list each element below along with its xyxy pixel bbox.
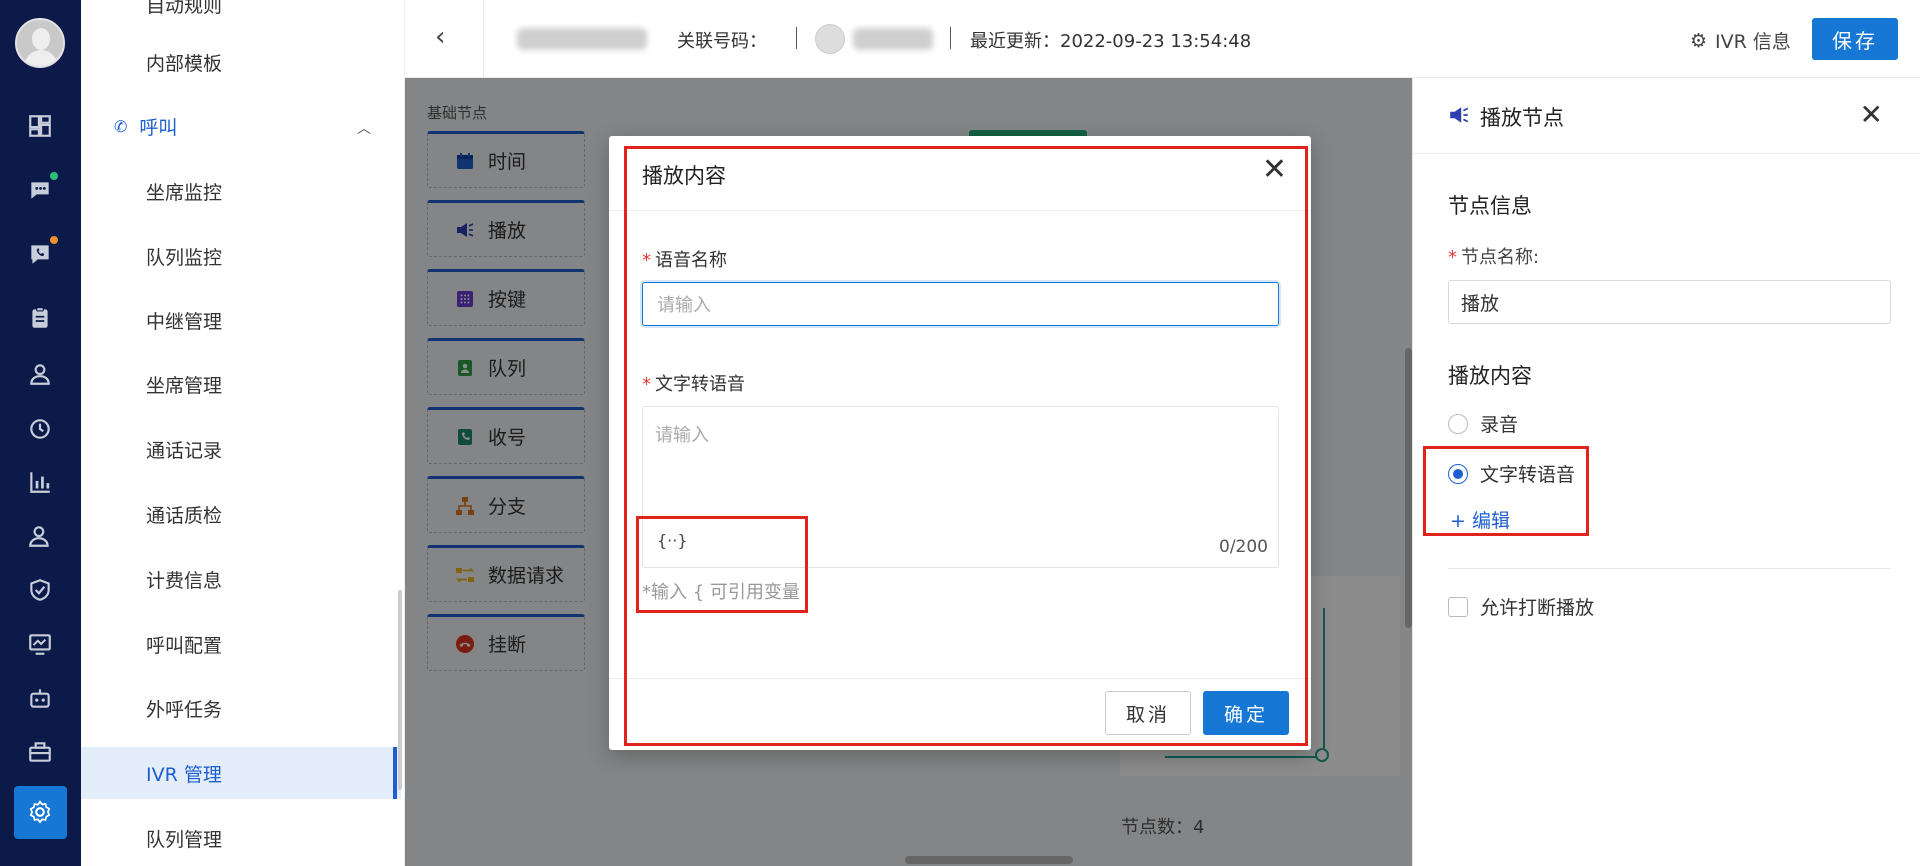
variable-hint: *输入 { 可引用变量	[642, 582, 800, 603]
allow-interrupt-checkbox[interactable]: 允许打断播放	[1448, 593, 1594, 620]
settings-icon[interactable]	[24, 796, 56, 828]
user-icon[interactable]	[24, 358, 56, 390]
radio-tts[interactable]: 文字转语音	[1448, 460, 1575, 487]
edit-link[interactable]: + 编辑	[1450, 506, 1510, 533]
editor-avatar	[815, 24, 845, 54]
node-name-label: * 节点名称:	[1448, 247, 1540, 268]
back-icon[interactable]: ‹	[435, 22, 445, 52]
radio-button-selected[interactable]	[1448, 463, 1468, 484]
tts-textarea[interactable]: 请输入 {··} 0/200	[642, 406, 1279, 568]
monitor-icon[interactable]	[24, 628, 56, 660]
user-settings-icon[interactable]	[24, 520, 56, 552]
last-updated: 最近更新：2022-09-23 13:54:48	[970, 31, 1252, 52]
phone-icon: ✆	[114, 116, 128, 136]
redacted-editor-name	[853, 28, 933, 50]
dashboard-icon[interactable]	[24, 110, 56, 142]
node-name-input[interactable]: 播放	[1448, 280, 1891, 324]
tts-label: * 文字转语音	[642, 374, 745, 395]
speaker-icon	[1448, 104, 1470, 131]
menu-item-billing[interactable]: 计费信息	[81, 553, 401, 605]
menu-item-call-records[interactable]: 通话记录	[81, 423, 401, 475]
chevron-up-icon: ︿	[357, 121, 371, 137]
toolbox-icon[interactable]	[24, 736, 56, 768]
menu-item-trunk[interactable]: 中继管理	[81, 294, 401, 346]
bar-chart-icon[interactable]	[24, 466, 56, 498]
robot-icon[interactable]	[24, 682, 56, 714]
node-info-title: 节点信息	[1448, 194, 1532, 218]
alert-badge	[48, 234, 60, 246]
redacted-ivr-name	[517, 28, 647, 50]
menu-item-agent-monitor[interactable]: 坐席监控	[81, 165, 401, 217]
icon-rail	[0, 0, 81, 866]
save-button[interactable]: 保存	[1812, 18, 1898, 60]
page-header: ‹ 关联号码： 最近更新：2022-09-23 13:54:48 ⚙ IVR 信…	[405, 0, 1920, 78]
checkbox[interactable]	[1448, 596, 1468, 617]
menu-item-auto-rules[interactable]: 自动规则	[81, 0, 401, 30]
menu-sidebar: 自动规则 内部模板 ✆ 呼叫 ︿ 坐席监控 队列监控 中继管理 坐席管理 通话记…	[81, 0, 405, 866]
menu-item-call-qa[interactable]: 通话质检	[81, 488, 401, 540]
menu-item-agents[interactable]: 坐席管理	[81, 358, 401, 410]
active-indicator	[393, 747, 397, 799]
tts-placeholder: 请输入	[655, 425, 709, 446]
modal-title: 播放内容	[642, 164, 726, 188]
voice-name-input[interactable]: 请输入	[642, 282, 1279, 326]
menu-item-ivr[interactable]: IVR 管理	[81, 747, 401, 799]
variable-button[interactable]: {··}	[657, 531, 688, 550]
play-content-modal: 播放内容 ✕ * 语音名称 请输入 * 文字转语音 请输入 {··} 0/200 *…	[609, 136, 1311, 750]
history-icon[interactable]	[24, 413, 56, 445]
voice-name-label: * 语音名称	[642, 250, 727, 271]
online-badge	[48, 170, 60, 182]
close-icon[interactable]: ✕	[1262, 152, 1287, 187]
property-panel: 播放节点 ✕ 节点信息 * 节点名称: 播放 播放内容 录音 文字转语音 + 编辑…	[1412, 78, 1920, 866]
menu-item-queue-management[interactable]: 队列管理	[81, 812, 401, 864]
menu-group-call[interactable]: ✆ 呼叫 ︿	[81, 100, 401, 152]
radio-recording[interactable]: 录音	[1448, 410, 1518, 437]
menu-item-queue-monitor[interactable]: 队列监控	[81, 230, 401, 282]
char-counter: 0/200	[1219, 537, 1268, 557]
menu-item-call-config[interactable]: 呼叫配置	[81, 618, 401, 670]
menu-item-outbound-tasks[interactable]: 外呼任务	[81, 682, 401, 734]
close-icon[interactable]: ✕	[1860, 98, 1883, 131]
clipboard-icon[interactable]	[24, 302, 56, 334]
confirm-button[interactable]: 确定	[1203, 691, 1289, 735]
menu-scrollbar[interactable]	[398, 590, 402, 790]
related-number-label: 关联号码：	[677, 31, 767, 52]
play-content-title: 播放内容	[1448, 364, 1532, 388]
gear-icon: ⚙	[1690, 29, 1708, 52]
user-avatar[interactable]	[15, 18, 65, 68]
cancel-button[interactable]: 取消	[1105, 691, 1191, 735]
menu-item-internal-templates[interactable]: 内部模板	[81, 36, 401, 88]
panel-title: 播放节点	[1448, 102, 1564, 132]
shield-icon[interactable]	[24, 574, 56, 606]
radio-button[interactable]	[1448, 413, 1468, 434]
ivr-info-button[interactable]: ⚙ IVR 信息	[1690, 27, 1791, 54]
